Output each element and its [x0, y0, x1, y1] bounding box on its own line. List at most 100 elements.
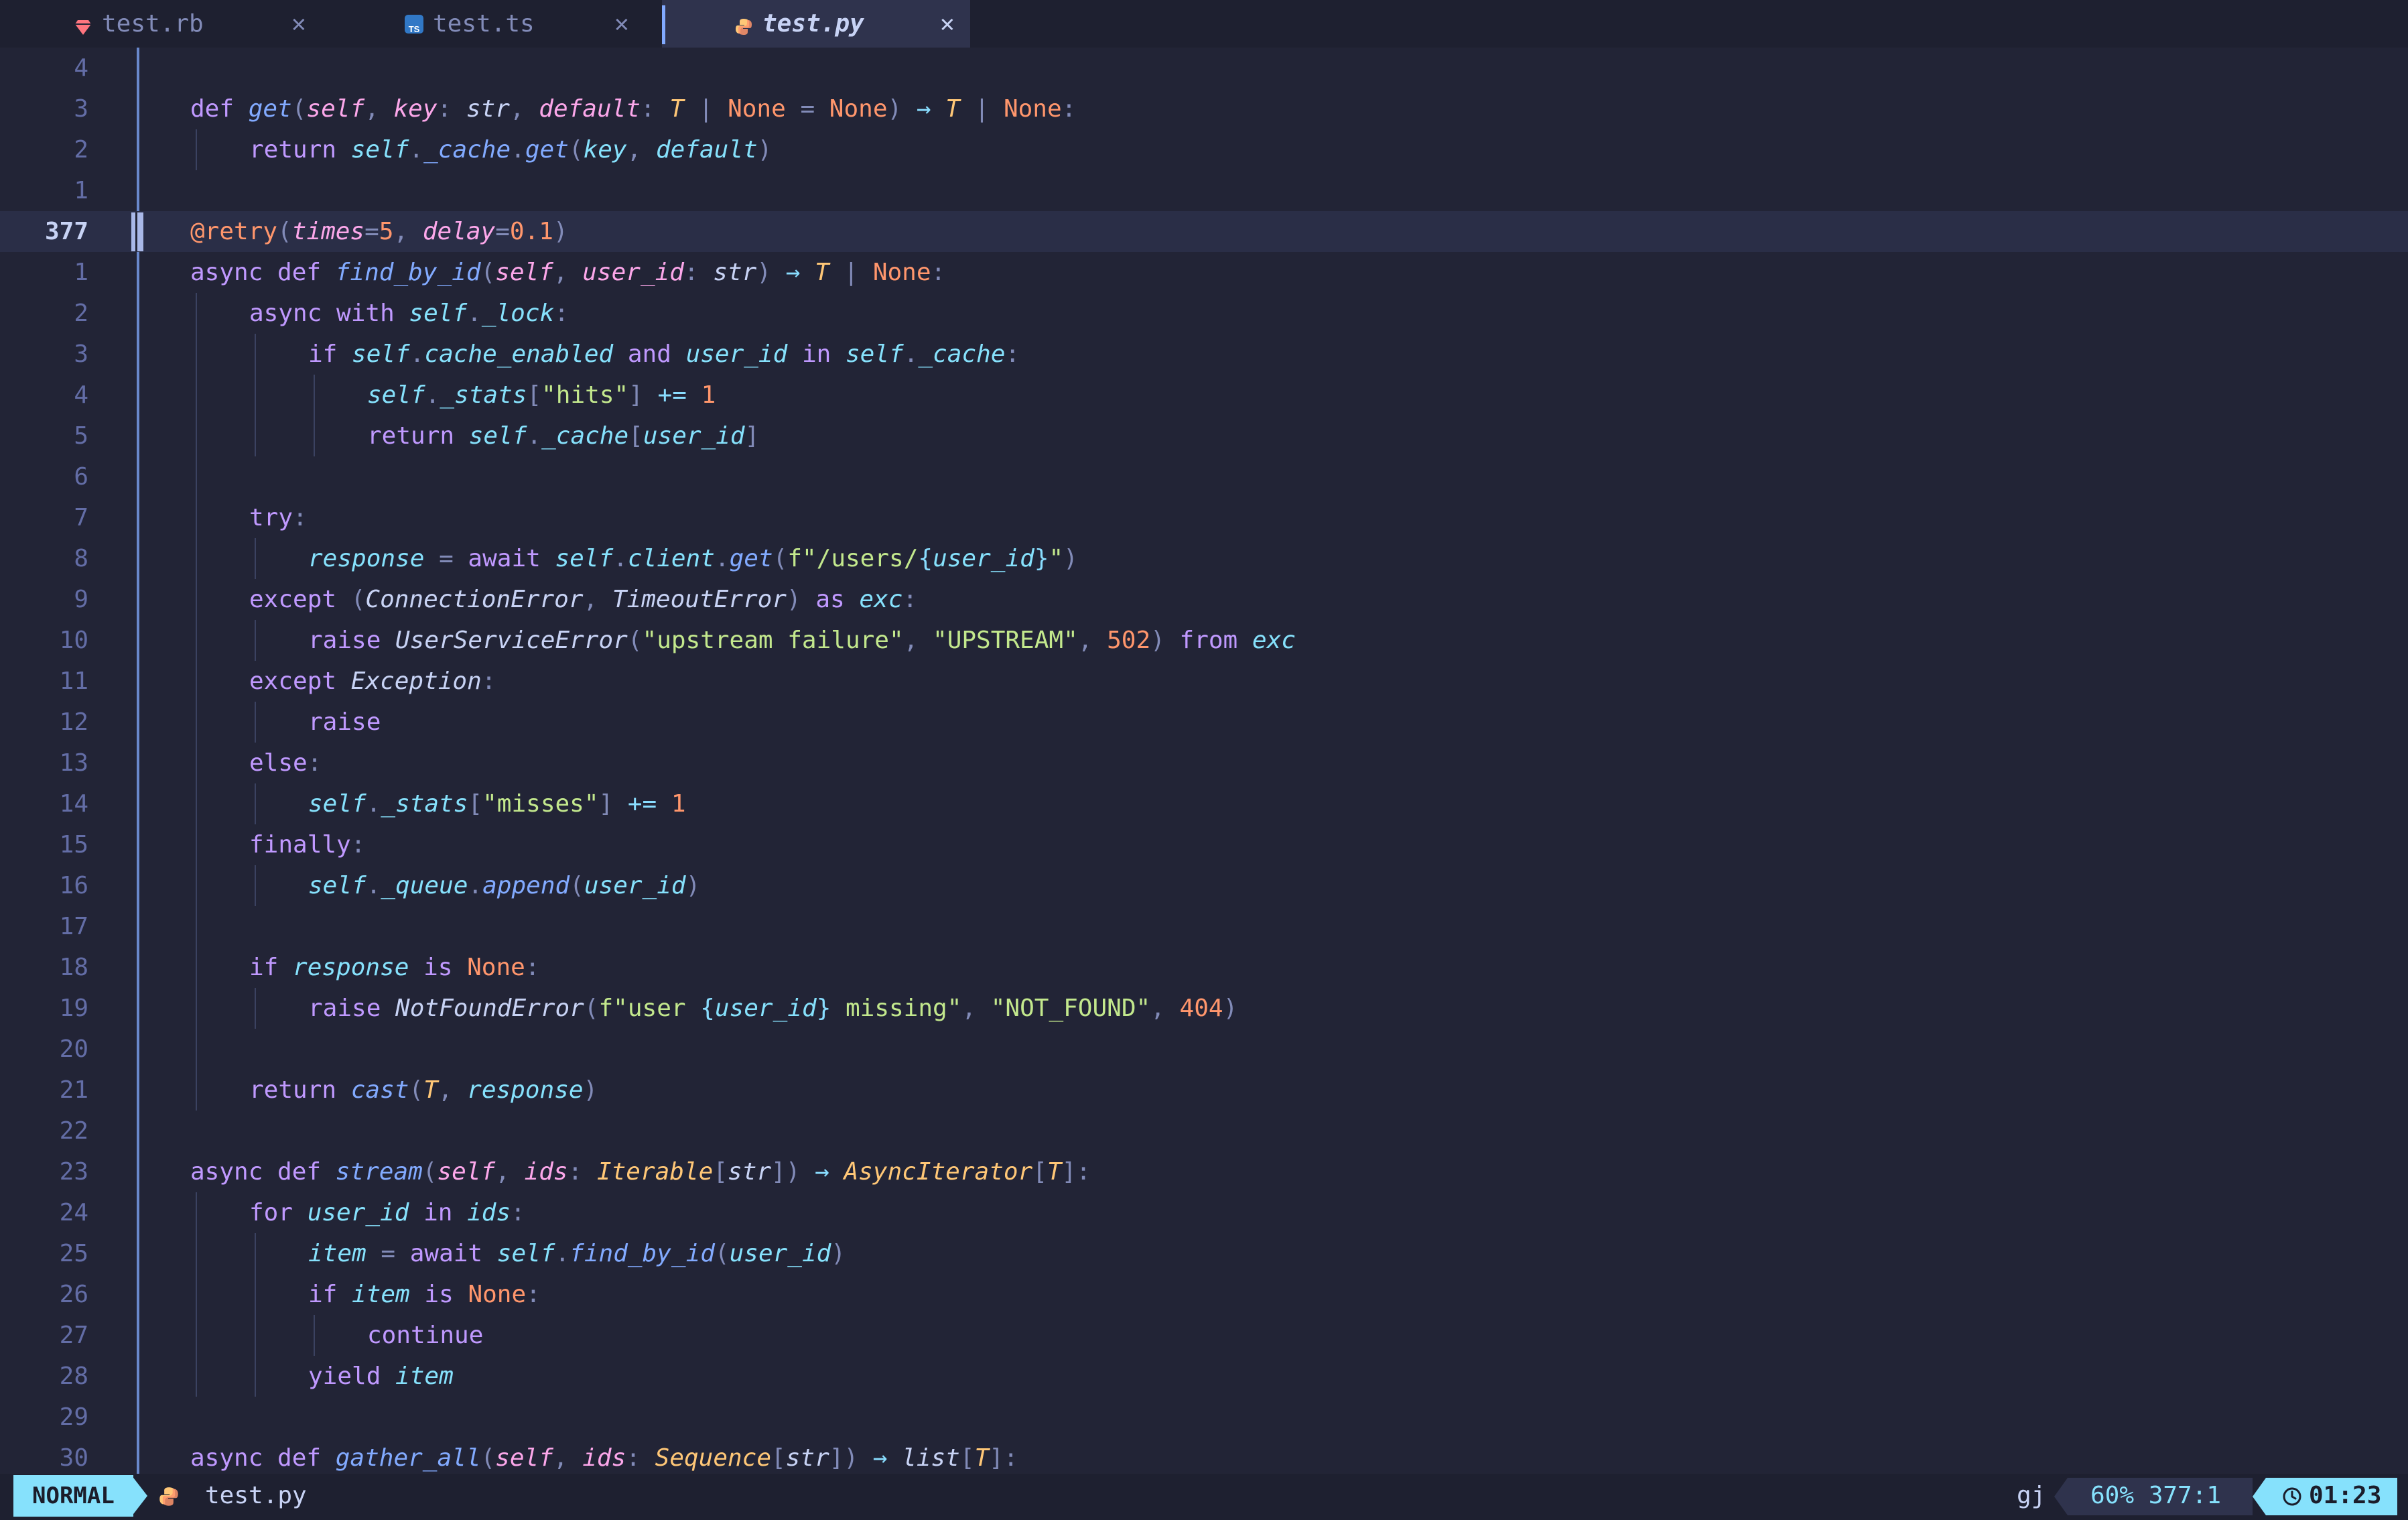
tab-test-ts[interactable]: TS test.ts ✕	[405, 0, 646, 48]
code-text: return cast(T, response)	[249, 1070, 598, 1111]
line-number: 7	[74, 504, 88, 531]
code-token: {	[918, 545, 933, 572]
code-token: list	[902, 1444, 960, 1472]
line-number: 1	[74, 177, 88, 204]
code-line[interactable]: 23 async def stream(self, ids: Iterable[s…	[0, 1151, 2408, 1192]
code-text: raise UserServiceError("upstream failure…	[308, 620, 1296, 661]
tab-test-py[interactable]: test.py ✕	[662, 0, 970, 48]
code-line[interactable]: 9 except (ConnectionError, TimeoutError) …	[0, 579, 2408, 620]
code-token: :	[525, 954, 540, 981]
line-number: 11	[59, 668, 88, 695]
code-token: 1	[671, 790, 686, 818]
code-line[interactable]: 13 else:	[0, 743, 2408, 783]
code-line[interactable]: 2 return self._cache.get(key, default)	[0, 129, 2408, 170]
code-token: →	[872, 1444, 888, 1472]
code-token: ids	[524, 1158, 568, 1186]
code-token: :	[526, 1281, 541, 1308]
code-token: user_id	[643, 422, 745, 450]
code-token: .	[425, 381, 440, 409]
code-token: T	[815, 259, 829, 286]
code-token: ]	[744, 422, 760, 450]
code-line[interactable]: 1 async def find_by_id(self, user_id: str…	[0, 252, 2408, 293]
line-number: 23	[59, 1158, 88, 1186]
mode-separator	[131, 1475, 147, 1517]
code-token: "NOT_FOUND"	[990, 995, 1151, 1022]
code-text: if item is None:	[308, 1274, 541, 1315]
code-token: await	[409, 1240, 497, 1267]
code-token: (	[584, 995, 599, 1022]
code-token: T	[669, 95, 685, 123]
code-line[interactable]: 5 return self._cache[user_id]	[0, 416, 2408, 456]
code-token: :	[554, 300, 569, 327]
close-icon[interactable]: ✕	[614, 10, 629, 38]
code-line[interactable]: 3 if self.cache_enabled and user_id in se…	[0, 334, 2408, 375]
code-line[interactable]: 10 raise UserServiceError("upstream failu…	[0, 620, 2408, 661]
line-number: 13	[59, 749, 88, 777]
code-token: self	[437, 1158, 496, 1186]
code-line[interactable]: 14 self._stats["misses"] += 1	[0, 783, 2408, 824]
code-token: get	[248, 95, 292, 123]
code-token: self	[367, 381, 425, 409]
code-line[interactable]: 20	[0, 1029, 2408, 1070]
code-token: =	[785, 95, 829, 123]
code-text: return self._cache.get(key, default)	[249, 129, 772, 170]
code-line[interactable]: 18 if response is None:	[0, 947, 2408, 988]
code-line[interactable]: 4 self._stats["hits"] += 1	[0, 375, 2408, 416]
code-token: )	[1063, 545, 1078, 572]
code-token: "	[1049, 545, 1064, 572]
code-text: async def find_by_id(self, user_id: str)…	[190, 252, 945, 293]
code-token: ConnectionError	[365, 586, 584, 613]
code-token: [	[771, 1444, 786, 1472]
current-line[interactable]: 377 @retry(times=5, delay=0.1)	[0, 211, 2408, 252]
code-line[interactable]: 28 yield item	[0, 1356, 2408, 1397]
code-line[interactable]: 3 def get(self, key: str, default: T | No…	[0, 88, 2408, 129]
code-line[interactable]: 17	[0, 906, 2408, 947]
code-line[interactable]: 8 response = await self.client.get(f"/use…	[0, 538, 2408, 579]
code-line[interactable]: 21 return cast(T, response)	[0, 1070, 2408, 1111]
code-token: None	[1003, 95, 1062, 123]
code-token: )	[887, 95, 917, 123]
code-line[interactable]: 11 except Exception:	[0, 661, 2408, 702]
tab-test-rb[interactable]: test.rb ✕	[74, 0, 315, 48]
code-line[interactable]: 15 finally:	[0, 824, 2408, 865]
code-token: async with	[249, 300, 409, 327]
code-token: stream	[335, 1158, 423, 1186]
code-line[interactable]: 27 continue	[0, 1315, 2408, 1356]
code-token: key	[583, 136, 627, 164]
code-line[interactable]: 2 async with self._lock:	[0, 293, 2408, 334]
code-token: self	[308, 872, 366, 899]
code-token: missing"	[831, 995, 962, 1022]
line-number: 8	[74, 545, 88, 572]
code-line[interactable]: 24 for user_id in ids:	[0, 1192, 2408, 1233]
line-number: 14	[59, 790, 88, 818]
code-line[interactable]: 25 item = await self.find_by_id(user_id)	[0, 1233, 2408, 1274]
code-line[interactable]: 1	[0, 170, 2408, 211]
code-token: )	[831, 1240, 846, 1267]
code-token: )	[786, 586, 816, 613]
active-tab-indicator	[662, 5, 665, 44]
close-icon[interactable]: ✕	[940, 10, 955, 38]
code-line[interactable]: 19 raise NotFoundError(f"user {user_id} m…	[0, 988, 2408, 1029]
code-line[interactable]: 6	[0, 456, 2408, 497]
line-number: 1	[74, 259, 88, 286]
code-token: _queue	[381, 872, 468, 899]
code-editor[interactable]: 4 3 def get(self, key: str, default: T | N…	[0, 48, 2408, 1474]
code-text: raise	[308, 702, 381, 743]
code-line[interactable]: 26 if item is None:	[0, 1274, 2408, 1315]
code-line[interactable]: 12 raise	[0, 702, 2408, 743]
close-icon[interactable]: ✕	[291, 10, 306, 38]
code-token: [	[468, 790, 483, 818]
code-text: yield item	[308, 1356, 454, 1397]
code-line[interactable]: 7 try:	[0, 497, 2408, 538]
line-number: 3	[74, 340, 88, 368]
code-line[interactable]: 22	[0, 1111, 2408, 1151]
code-line[interactable]: 16 self._queue.append(user_id)	[0, 865, 2408, 906]
code-line[interactable]: 29	[0, 1397, 2408, 1438]
line-number: 29	[59, 1403, 88, 1431]
code-line[interactable]: 4	[0, 48, 2408, 88]
code-line[interactable]: 30 async def gather_all(self, ids: Sequen…	[0, 1438, 2408, 1478]
code-token: 5	[379, 218, 394, 245]
code-token: default	[655, 136, 758, 164]
code-token: ,	[438, 1076, 468, 1104]
code-token: await	[468, 545, 555, 572]
